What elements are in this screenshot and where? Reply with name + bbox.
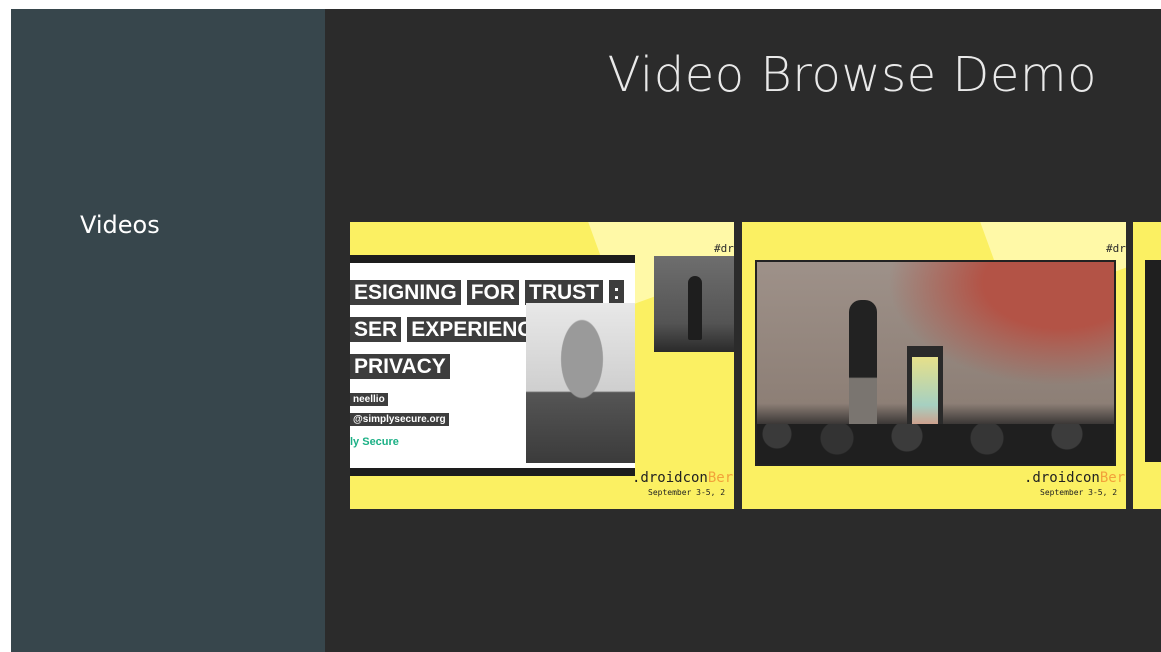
app-frame: Videos Video Browse Demo ESIGNING FOR TRUS… bbox=[11, 9, 1161, 652]
speaker-portrait bbox=[526, 303, 635, 463]
card-brand: .droidconBerl bbox=[1024, 470, 1126, 486]
video-card[interactable]: #dro .droidconBerl September 3-5, 2 bbox=[742, 222, 1126, 509]
page-title: Video Browse Demo bbox=[607, 47, 1097, 103]
video-thumbnail-slide: ESIGNING FOR TRUST: SER EXPERIENCE PRIVACY … bbox=[350, 255, 635, 476]
card-hashtag: #dro bbox=[714, 242, 734, 255]
slide-word: : bbox=[609, 280, 625, 305]
card-dates: September 3-5, 2 bbox=[1040, 488, 1118, 497]
brand-accent: Berl bbox=[707, 470, 734, 486]
speaker-figure bbox=[688, 276, 702, 340]
card-brand: .droidconBerl bbox=[632, 470, 734, 486]
speaker-video-inset bbox=[654, 256, 734, 352]
video-card[interactable] bbox=[1133, 222, 1161, 509]
speaker-figure bbox=[849, 300, 877, 440]
slide-word: ESIGNING bbox=[350, 280, 461, 305]
audience bbox=[757, 424, 1114, 464]
slide-word: PRIVACY bbox=[350, 354, 450, 379]
brand-prefix: .droidcon bbox=[632, 470, 708, 486]
slide-handle: neellio bbox=[350, 393, 388, 406]
slide-email: @simplysecure.org bbox=[350, 413, 449, 426]
slide-word: TRUST bbox=[525, 280, 604, 305]
brand-prefix: .droidcon bbox=[1024, 470, 1100, 486]
video-thumbnail-stage bbox=[1145, 260, 1161, 462]
slide-word: FOR bbox=[466, 280, 520, 305]
slide-org: ly Secure bbox=[350, 436, 399, 448]
video-thumbnail-stage bbox=[755, 260, 1116, 466]
slide-title-line-3: PRIVACY bbox=[350, 354, 456, 383]
slide-word: SER bbox=[350, 317, 402, 342]
brand-accent: Berl bbox=[1099, 470, 1126, 486]
sidebar-header-videos[interactable]: Videos bbox=[80, 211, 160, 239]
sidebar: Videos bbox=[11, 9, 325, 652]
card-hashtag: #dro bbox=[1106, 242, 1126, 255]
card-dates: September 3-5, 2 bbox=[648, 488, 726, 497]
video-card[interactable]: ESIGNING FOR TRUST: SER EXPERIENCE PRIVACY … bbox=[350, 222, 734, 509]
